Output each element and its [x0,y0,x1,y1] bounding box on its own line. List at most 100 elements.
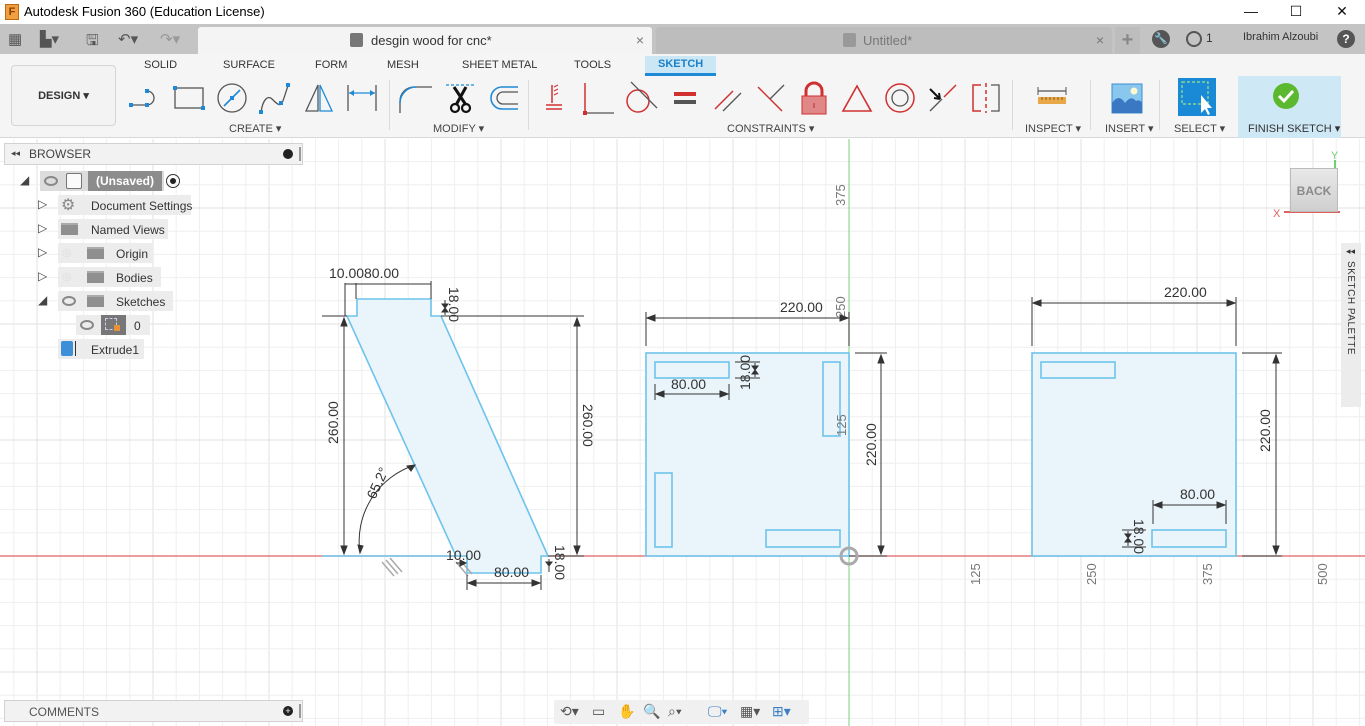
part2-plate[interactable]: 220.00 220.00 80.00 18.00 125 [645,299,887,566]
expand-palette-icon[interactable]: ◂◂ [1346,246,1355,257]
sketch-canvas[interactable]: 125 250 375 500 375 250 10.00 80.00 18.0… [0,139,1365,726]
offset-tool[interactable] [486,81,520,115]
zoom-icon[interactable]: 🔍 [643,703,660,720]
equal-constraint[interactable] [668,81,702,115]
finish-sketch-button[interactable]: FINISH SKETCH ▾ [1238,76,1341,138]
dim-left-height[interactable]: 260.00 [325,401,341,444]
dim-top-width[interactable]: 80.00 [364,265,399,281]
concentric-constraint[interactable] [883,81,917,115]
dim-top-offset[interactable]: 10.00 [329,265,364,281]
dim-angle[interactable]: 65.2° [363,465,391,502]
dim-slot-height[interactable]: 18.00 [1131,519,1147,554]
expand-toggle-icon[interactable]: ▷ [38,221,47,235]
collapse-toggle-icon[interactable]: ◢ [38,293,47,307]
grid-settings-icon[interactable]: ▦▾ [740,703,760,720]
visibility-eye-icon[interactable] [62,296,76,306]
rectangle-tool[interactable] [172,81,206,115]
fix-unfix-constraint[interactable] [797,81,831,115]
sketch-palette-panel[interactable]: ◂◂ SKETCH PALETTE [1341,243,1361,407]
modify-menu[interactable]: MODIFY ▾ [433,122,484,135]
dim-plate-height[interactable]: 220.00 [1257,409,1273,452]
tree-item-extrude1[interactable]: Extrude1 [0,339,200,359]
minimize-button[interactable]: — [1228,0,1274,24]
dim-bottom-offset[interactable]: 10.00 [446,547,481,563]
tab-form[interactable]: FORM [315,59,347,71]
tree-item-bodies[interactable]: ▷ ◎ Bodies [0,267,200,287]
dim-slot-width[interactable]: 80.00 [671,376,706,392]
select-tool[interactable] [1178,78,1216,116]
tab-mesh[interactable]: MESH [387,59,419,71]
maximize-button[interactable]: ☐ [1273,0,1319,24]
tab-sheet-metal[interactable]: SHEET METAL [462,59,537,71]
mirror-tool[interactable] [302,81,336,115]
dim-bottom-notch[interactable]: 18.00 [552,545,568,580]
dim-plate-width[interactable]: 220.00 [1164,284,1207,300]
fillet-tool[interactable] [398,81,432,115]
tangent-constraint[interactable] [625,81,659,115]
redo-icon[interactable]: ↷▾ [160,30,180,48]
sketch-dimension-tool[interactable] [345,81,379,115]
collapse-toggle-icon[interactable]: ◢ [20,173,29,187]
visibility-eye-icon[interactable] [44,176,58,186]
create-menu[interactable]: CREATE ▾ [229,122,281,135]
dim-bottom-width[interactable]: 80.00 [494,564,529,580]
circle-tool[interactable] [215,81,249,115]
dim-plate-height[interactable]: 220.00 [863,423,879,466]
part1-side-profile[interactable]: 10.00 80.00 18.00 260.00 260.00 65.2° 10… [322,265,596,590]
close-tab-icon[interactable]: × [1096,32,1104,48]
visibility-eye-icon[interactable] [80,320,94,330]
parallel-constraint[interactable] [711,81,745,115]
panel-resize-handle[interactable] [299,147,301,161]
insert-image-tool[interactable] [1110,81,1144,115]
orbit-icon[interactable]: ⟲▾ [560,703,579,720]
viewports-icon[interactable]: ⊞▾ [772,703,791,720]
tab-tools[interactable]: TOOLS [574,59,611,71]
look-at-icon[interactable]: ▭ [592,703,605,720]
close-tab-icon[interactable]: × [636,32,644,48]
tab-untitled[interactable]: Untitled* × [656,27,1112,54]
dim-right-height[interactable]: 260.00 [580,404,596,447]
select-menu[interactable]: SELECT ▾ [1174,122,1225,135]
user-name[interactable]: Ibrahim Alzoubi [1243,31,1318,43]
save-icon[interactable]: 🖫 [86,30,99,55]
tree-item-root[interactable]: ◢ (Unsaved) [0,171,200,191]
inspect-menu[interactable]: INSPECT ▾ [1025,122,1081,135]
tab-sketch[interactable]: SKETCH [645,56,717,76]
horizontal-vertical-constraint[interactable] [540,81,574,115]
viewcube-back-face[interactable]: BACK [1290,168,1338,212]
measure-tool[interactable] [1035,81,1069,115]
fit-window-zoom-icon[interactable]: ⌕▾ [668,703,682,720]
pan-hand-icon[interactable]: ✋ [618,703,635,720]
workspace-switcher[interactable]: DESIGN ▾ [11,65,116,126]
dim-slot-height[interactable]: 18.00 [737,355,753,390]
hidden-eye-icon[interactable]: ◎ [62,246,72,259]
job-status-clock-icon[interactable] [1186,31,1202,47]
dim-plate-width[interactable]: 220.00 [780,299,823,315]
collapse-browser-icon[interactable]: ◂◂ [11,148,20,159]
new-tab-button[interactable]: + [1115,27,1140,54]
expand-toggle-icon[interactable]: ▷ [38,197,47,211]
coincident-constraint[interactable] [582,81,616,115]
tree-item-document-settings[interactable]: ▷ ⚙ Document Settings [0,195,200,215]
line-tool[interactable] [128,81,162,115]
display-settings-icon[interactable]: 🖵▾ [708,703,727,720]
midpoint-constraint[interactable] [840,81,874,115]
panel-resize-handle[interactable] [299,704,301,718]
browser-minimize-icon[interactable] [283,149,293,159]
tab-surface[interactable]: SURFACE [223,59,275,71]
expand-toggle-icon[interactable]: ▷ [38,269,47,283]
extensions-wrench-icon[interactable]: 🔧 [1152,30,1170,48]
undo-icon[interactable]: ↶▾ [118,30,138,48]
trim-tool[interactable] [444,81,478,115]
symmetry-constraint[interactable] [969,81,1003,115]
insert-menu[interactable]: INSERT ▾ [1105,122,1154,135]
part3-plate[interactable]: 220.00 220.00 80.00 18.00 [1031,284,1282,557]
add-comment-icon[interactable]: + [283,706,293,716]
hidden-eye-icon[interactable]: ◎ [62,270,72,283]
side-profile-shape[interactable] [345,298,550,574]
spline-tool[interactable] [258,81,292,115]
tab-solid[interactable]: SOLID [144,59,177,71]
close-window-button[interactable]: ✕ [1319,0,1365,24]
collinear-constraint[interactable] [926,81,960,115]
dim-slot-width[interactable]: 80.00 [1180,486,1215,502]
